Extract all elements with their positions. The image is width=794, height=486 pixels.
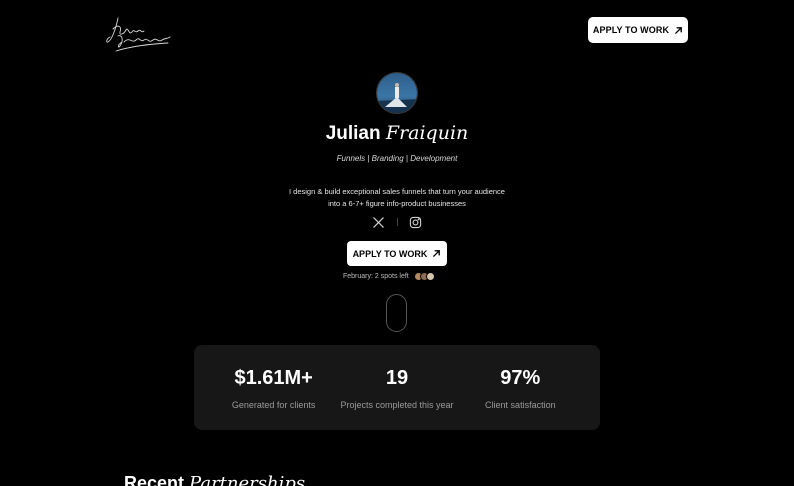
instagram-icon[interactable] (409, 216, 422, 229)
stat-label: Generated for clients (231, 400, 316, 410)
stat-revenue: $1.61M+ Generated for clients (212, 345, 335, 430)
hero-apply-button[interactable]: APPLY TO WORK (347, 241, 447, 266)
section-title-first: Recent (124, 473, 185, 486)
profile-bio: I design & build exceptional sales funne… (289, 187, 505, 208)
stat-label: Client satisfaction (485, 400, 556, 410)
stat-value: $1.61M+ (234, 367, 313, 389)
profile-avatar (376, 72, 418, 114)
availability-note: February: 2 spots left (343, 270, 435, 282)
header-apply-button[interactable]: APPLY TO WORK (588, 17, 688, 43)
arrow-up-right-icon (675, 26, 682, 34)
stat-label: Projects completed this year (340, 400, 454, 410)
page: APPLY TO WORK Julian Fraiquin Funnels | (0, 0, 794, 486)
profile-name: Julian Fraiquin (0, 122, 794, 145)
hero-apply-label: APPLY TO WORK (352, 248, 428, 259)
stat-projects: 19 Projects completed this year (335, 345, 458, 430)
stat-value: 97% (500, 367, 541, 389)
social-links (372, 214, 422, 230)
client-avatars (413, 271, 435, 281)
social-divider (396, 218, 398, 226)
x-icon[interactable] (372, 216, 385, 229)
name-last: Fraiquin (385, 122, 469, 144)
header-apply-label: APPLY TO WORK (592, 25, 670, 35)
profile-tagline: Funnels | Branding | Development (336, 154, 458, 163)
stat-value: 19 (385, 367, 409, 389)
section-title-last: Partnerships (189, 473, 306, 486)
name-first: Julian (325, 123, 381, 144)
spots-text: February: 2 spots left (343, 272, 409, 280)
signature-logo[interactable] (104, 12, 174, 56)
stats-card: $1.61M+ Generated for clients 19 Project… (194, 345, 600, 430)
client-avatar (425, 271, 435, 281)
stat-satisfaction: 97% Client satisfaction (459, 345, 582, 430)
arrow-up-right-icon (433, 250, 441, 257)
scroll-indicator (386, 294, 407, 332)
section-title: Recent Partnerships (124, 473, 305, 486)
